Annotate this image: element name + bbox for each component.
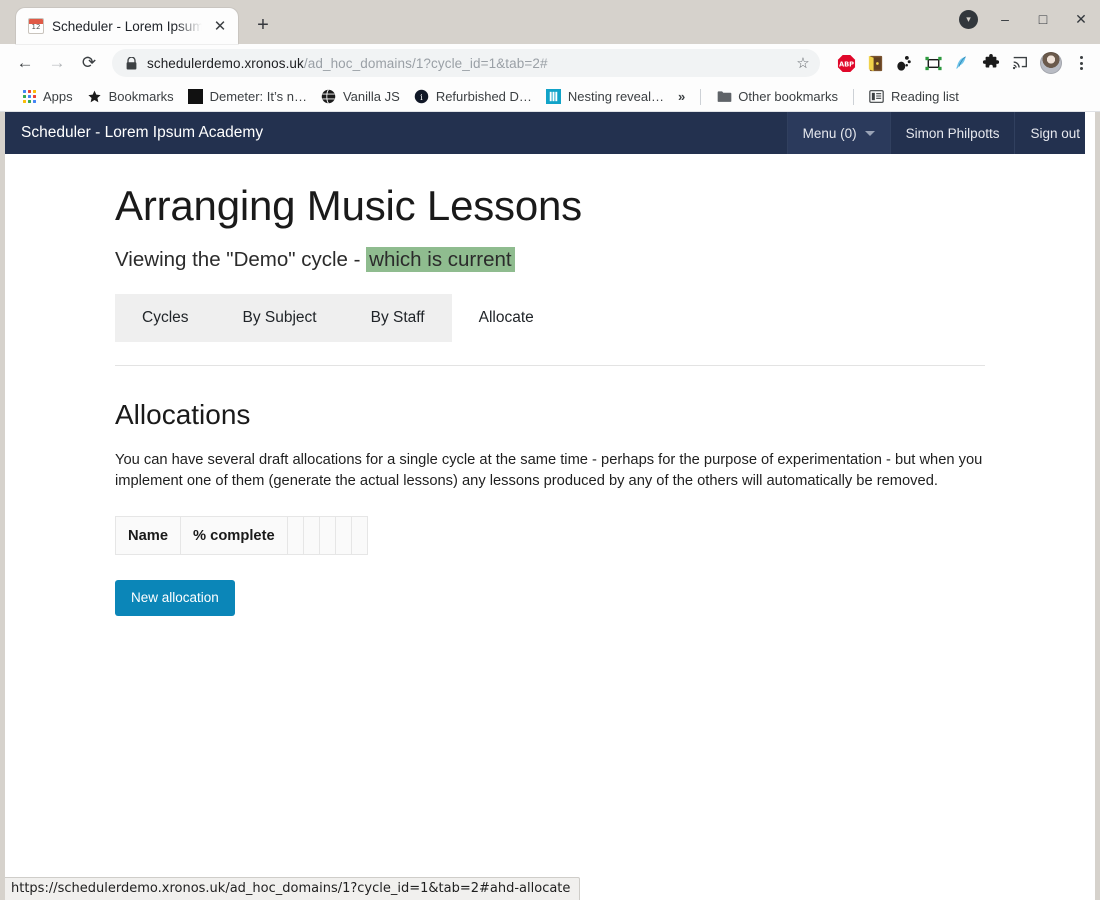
column-header-blank-1: [286, 516, 304, 556]
extensions-puzzle-icon[interactable]: [980, 52, 1002, 74]
app-navbar: Scheduler - Lorem Ipsum Academy Menu (0)…: [5, 112, 1095, 154]
column-header-name: Name: [114, 516, 182, 556]
browser-window: Scheduler - Lorem Ipsum Academy ✕ + ▾ – …: [0, 0, 1100, 900]
bookmark-label: Refurbished D…: [435, 89, 532, 104]
page-title: Arranging Music Lessons: [115, 182, 582, 229]
bookmark-vanilla-js[interactable]: Vanilla JS: [314, 85, 407, 109]
tab-allocate[interactable]: Allocate: [451, 294, 561, 343]
ahd-tab-bar: Cycles By Subject By Staff Allocate: [115, 294, 985, 343]
user-name-link[interactable]: Simon Philpotts: [889, 112, 1015, 154]
link-status-bar: https://schedulerdemo.xronos.uk/ad_hoc_d…: [5, 877, 581, 900]
status-badge: which is current: [366, 247, 515, 273]
column-header-blank-3: [318, 516, 336, 556]
close-window-button[interactable]: ✕: [1070, 8, 1092, 30]
folder-icon: [716, 89, 732, 105]
table-header-row: Name % complete: [114, 516, 368, 556]
column-header-blank-2: [302, 516, 320, 556]
keepass-icon[interactable]: [864, 52, 886, 74]
url-path: /ad_hoc_domains/1?cycle_id=1&tab=2#: [303, 55, 548, 71]
section-title: Allocations: [115, 399, 251, 431]
bookmark-bookmarks[interactable]: Bookmarks: [80, 85, 181, 109]
divider: [852, 88, 854, 105]
bookmark-label: Apps: [43, 89, 73, 104]
divider: [700, 88, 702, 105]
back-icon[interactable]: ←: [10, 48, 40, 78]
feather-icon[interactable]: [951, 52, 973, 74]
bookmarks-bar: Apps Bookmarks Demeter: It’s n… Vanilla …: [0, 82, 1100, 112]
svg-text:i: i: [420, 92, 423, 102]
sign-out-link[interactable]: Sign out: [1014, 112, 1095, 154]
cast-icon[interactable]: [1009, 52, 1031, 74]
forward-icon[interactable]: →: [42, 48, 72, 78]
new-allocation-button[interactable]: New allocation: [115, 580, 235, 617]
reading-list-button[interactable]: Reading list: [862, 85, 966, 109]
page-scrollbar[interactable]: [1085, 112, 1095, 900]
avatar[interactable]: [1040, 52, 1062, 74]
calendar-icon: [28, 18, 44, 34]
window-controls: ▾ – □ ✕: [959, 8, 1092, 30]
column-header-blank-4: [334, 516, 352, 556]
minimize-button[interactable]: –: [994, 8, 1016, 30]
maximize-button[interactable]: □: [1032, 8, 1054, 30]
tabs-divider: [115, 365, 985, 367]
bookmark-star-icon[interactable]: ☆: [794, 54, 812, 72]
cycle-subtitle-prefix: Viewing the "Demo" cycle -: [115, 248, 367, 272]
document-icon: [546, 89, 562, 105]
tab-by-subject[interactable]: By Subject: [215, 294, 344, 343]
close-icon[interactable]: ✕: [210, 16, 230, 36]
reading-list-icon: [869, 89, 885, 105]
page-body: Arranging Music Lessons Viewing the "Dem…: [5, 182, 1095, 617]
globe-icon: [321, 89, 337, 105]
svg-text:ABP: ABP: [838, 60, 853, 68]
caret-down-icon: [864, 130, 875, 136]
column-header-percent-complete: % complete: [180, 516, 288, 556]
browser-tab-title: Scheduler - Lorem Ipsum Academy: [52, 18, 202, 34]
tab-strip: Scheduler - Lorem Ipsum Academy ✕ + ▾ – …: [0, 0, 1100, 44]
menu-dropdown-label: Menu (0): [802, 125, 857, 141]
bookmark-label: Vanilla JS: [342, 89, 400, 104]
bookmark-label: Bookmarks: [108, 89, 174, 104]
bookmark-refurbished[interactable]: i Refurbished D…: [407, 85, 539, 109]
other-bookmarks-button[interactable]: Other bookmarks: [709, 85, 845, 109]
bookmarks-overflow-button[interactable]: »: [671, 85, 692, 109]
tab-cycles[interactable]: Cycles: [115, 294, 216, 343]
bookmark-nesting[interactable]: Nesting reveal…: [539, 85, 671, 109]
column-header-blank-5: [350, 516, 368, 556]
reload-icon[interactable]: ⟳: [74, 48, 104, 78]
url-domain: schedulerdemo.xronos.uk: [147, 55, 304, 71]
reading-list-label: Reading list: [890, 89, 959, 104]
star-icon: [87, 89, 103, 105]
bookmark-demeter[interactable]: Demeter: It’s n…: [181, 85, 314, 109]
page-viewport: Scheduler - Lorem Ipsum Academy Menu (0)…: [0, 112, 1100, 900]
kebab-menu-icon[interactable]: [1070, 56, 1092, 70]
browser-tab[interactable]: Scheduler - Lorem Ipsum Academy ✕: [16, 8, 238, 44]
menu-dropdown[interactable]: Menu (0): [786, 112, 890, 154]
adblock-plus-icon[interactable]: ABP: [835, 52, 857, 74]
address-bar[interactable]: schedulerdemo.xronos.uk/ad_hoc_domains/1…: [112, 49, 820, 77]
apps-grid-icon: [21, 89, 37, 105]
bookmark-apps[interactable]: Apps: [14, 85, 80, 109]
section-description: You can have several draft allocations f…: [115, 452, 983, 490]
cycle-subtitle: Viewing the "Demo" cycle - which is curr…: [115, 247, 985, 273]
black-square-icon: [188, 89, 204, 105]
allocations-table: Name % complete: [114, 516, 368, 556]
new-tab-button[interactable]: +: [248, 10, 278, 40]
address-bar-url: schedulerdemo.xronos.uk/ad_hoc_domains/1…: [147, 56, 784, 71]
gnome-icon[interactable]: [893, 52, 915, 74]
browser-toolbar: ← → ⟳ schedulerdemo.xronos.uk/ad_hoc_dom…: [0, 44, 1100, 82]
overflow-chevron-icon: »: [678, 89, 686, 104]
tab-by-staff[interactable]: By Staff: [343, 294, 452, 343]
info-circle-icon: i: [414, 89, 430, 105]
bookmark-label: Demeter: It’s n…: [209, 89, 307, 104]
lock-icon: [126, 56, 137, 69]
bookmark-label: Nesting reveal…: [567, 89, 665, 104]
chevron-down-icon[interactable]: ▾: [959, 9, 978, 29]
screenshot-crop-icon[interactable]: [922, 52, 944, 74]
other-bookmarks-label: Other bookmarks: [738, 89, 838, 104]
app-brand[interactable]: Scheduler - Lorem Ipsum Academy: [5, 112, 787, 154]
